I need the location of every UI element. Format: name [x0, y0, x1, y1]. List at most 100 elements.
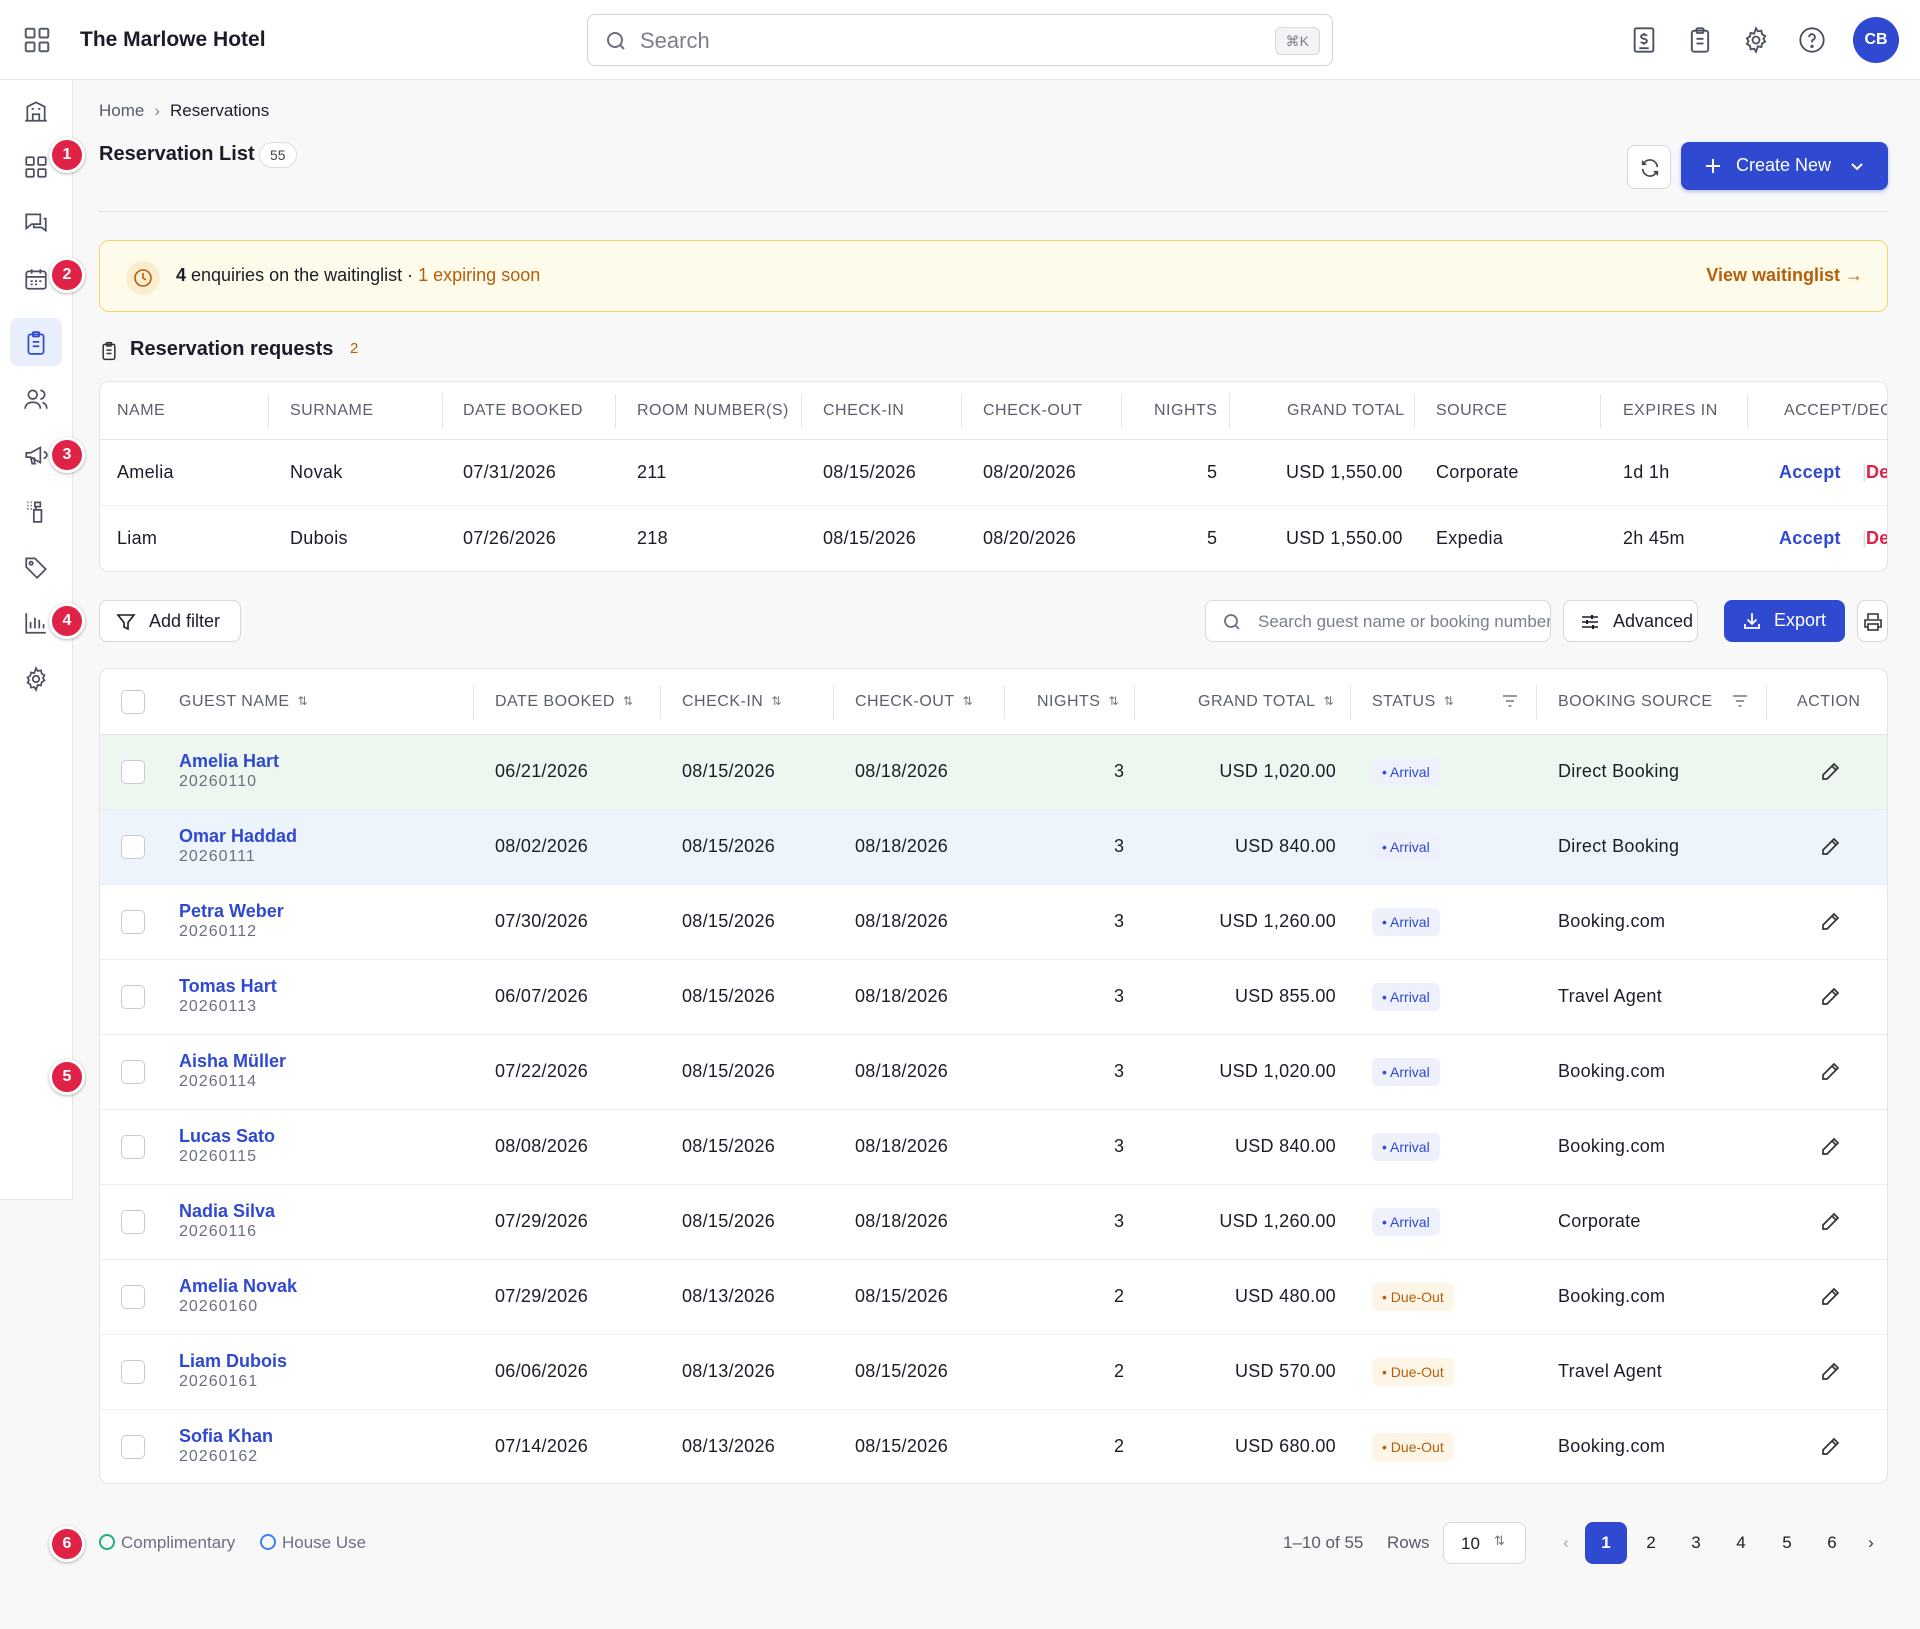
sort-icon[interactable]: ⇅: [1108, 694, 1119, 708]
row-checkbox[interactable]: [121, 835, 145, 859]
sidebar-item-guests[interactable]: [10, 374, 62, 422]
column-header-booking-source[interactable]: BOOKING SOURCE: [1558, 693, 1713, 711]
edit-pencil-icon[interactable]: [1819, 1211, 1841, 1233]
export-button[interactable]: Export: [1724, 600, 1845, 642]
column-header-check-out[interactable]: CHECK-OUT ⇅: [855, 693, 973, 711]
edit-pencil-icon[interactable]: [1819, 836, 1841, 858]
accept-button[interactable]: Accept: [1779, 462, 1841, 483]
global-search-input[interactable]: Search ⌘K: [587, 14, 1333, 66]
edit-pencil-icon[interactable]: [1819, 1136, 1841, 1158]
row-checkbox[interactable]: [121, 1360, 145, 1384]
guest-name-link[interactable]: Amelia Novak: [179, 1276, 297, 1297]
table-row[interactable]: Aisha Müller 20260114 07/22/2026 08/15/2026…: [100, 1035, 1887, 1110]
refresh-button[interactable]: [1627, 145, 1671, 189]
decline-button[interactable]: Decline: [1866, 462, 1887, 483]
sidebar: [0, 80, 73, 1200]
page-button-6[interactable]: 6: [1811, 1522, 1853, 1564]
guest-name-link[interactable]: Petra Weber: [179, 901, 284, 922]
sidebar-item-settings[interactable]: [10, 654, 62, 702]
billing-icon[interactable]: [1630, 26, 1658, 54]
sort-icon[interactable]: ⇅: [1444, 694, 1455, 708]
column-header-grand-total[interactable]: GRAND TOTAL ⇅: [1198, 693, 1334, 711]
page-button-4[interactable]: 4: [1720, 1522, 1762, 1564]
advanced-button[interactable]: Advanced: [1563, 600, 1698, 642]
sidebar-item-reservations[interactable]: [10, 318, 62, 366]
guest-search-input[interactable]: Search guest name or booking number: [1205, 600, 1551, 642]
table-row[interactable]: Petra Weber 20260112 07/30/2026 08/15/2026 0…: [100, 885, 1887, 960]
table-row[interactable]: Liam Dubois 20260161 06/06/2026 08/13/2026 0…: [100, 1335, 1887, 1410]
sort-icon[interactable]: ⇅: [771, 694, 782, 708]
page-button-2[interactable]: 2: [1630, 1522, 1672, 1564]
status-badge: • Due-Out: [1372, 1358, 1454, 1386]
sort-icon[interactable]: ⇅: [298, 694, 309, 708]
edit-pencil-icon[interactable]: [1819, 1361, 1841, 1383]
row-checkbox[interactable]: [121, 910, 145, 934]
print-button[interactable]: [1857, 600, 1888, 642]
table-row[interactable]: Tomas Hart 20260113 06/07/2026 08/15/2026 08…: [100, 960, 1887, 1035]
sidebar-item-property[interactable]: [10, 86, 62, 134]
column-separator: [1134, 685, 1135, 719]
row-checkbox[interactable]: [121, 1060, 145, 1084]
guest-name-link[interactable]: Liam Dubois: [179, 1351, 287, 1372]
breadcrumb-home[interactable]: Home: [99, 101, 144, 120]
sidebar-item-messages[interactable]: [10, 198, 62, 246]
table-row[interactable]: Lucas Sato 20260115 08/08/2026 08/15/2026 08…: [100, 1110, 1887, 1185]
add-filter-button[interactable]: Add filter: [99, 600, 241, 642]
table-row[interactable]: Amelia Novak 20260160 07/29/2026 08/13/2026…: [100, 1260, 1887, 1335]
sort-icon[interactable]: ⇅: [623, 694, 634, 708]
decline-button[interactable]: Decline: [1866, 528, 1887, 549]
app-grid-icon[interactable]: [22, 25, 52, 55]
table-row[interactable]: Amelia Hart 20260110 06/21/2026 08/15/2026 0…: [100, 735, 1887, 810]
column-header-check-in[interactable]: CHECK-IN ⇅: [682, 693, 782, 711]
accept-button[interactable]: Accept: [1779, 528, 1841, 549]
edit-pencil-icon[interactable]: [1819, 761, 1841, 783]
row-checkbox[interactable]: [121, 1435, 145, 1459]
column-header-date-booked[interactable]: DATE BOOKED ⇅: [495, 693, 633, 711]
sort-icon[interactable]: ⇅: [963, 694, 974, 708]
row-checkbox[interactable]: [121, 1285, 145, 1309]
row-checkbox[interactable]: [121, 1210, 145, 1234]
prev-page-button[interactable]: ‹: [1545, 1522, 1587, 1564]
guest-name-link[interactable]: Omar Haddad: [179, 826, 297, 847]
sort-icon[interactable]: ⇅: [1324, 694, 1335, 708]
guest-name-link[interactable]: Aisha Müller: [179, 1051, 286, 1072]
request-check-in: 08/15/2026: [823, 528, 917, 548]
edit-pencil-icon[interactable]: [1819, 986, 1841, 1008]
row-checkbox[interactable]: [121, 1135, 145, 1159]
status-filter-icon[interactable]: [1500, 691, 1520, 711]
page-button-1[interactable]: 1: [1585, 1522, 1627, 1564]
check-out: 08/15/2026: [855, 1436, 949, 1456]
guest-name-link[interactable]: Lucas Sato: [179, 1126, 275, 1147]
page-button-3[interactable]: 3: [1675, 1522, 1717, 1564]
row-checkbox[interactable]: [121, 760, 145, 784]
next-page-button[interactable]: ›: [1850, 1522, 1892, 1564]
edit-pencil-icon[interactable]: [1819, 1286, 1841, 1308]
clipboard-icon[interactable]: [1686, 26, 1714, 54]
edit-pencil-icon[interactable]: [1819, 911, 1841, 933]
column-header-status[interactable]: STATUS ⇅: [1372, 693, 1454, 711]
page-button-5[interactable]: 5: [1766, 1522, 1808, 1564]
settings-gear-icon[interactable]: [1742, 26, 1770, 54]
guest-name-link[interactable]: Nadia Silva: [179, 1201, 275, 1222]
table-row[interactable]: Nadia Silva 20260116 07/29/2026 08/15/2026 0…: [100, 1185, 1887, 1260]
user-avatar[interactable]: CB: [1853, 17, 1899, 63]
select-all-checkbox[interactable]: [121, 690, 145, 714]
create-new-button[interactable]: Create New: [1681, 142, 1888, 190]
edit-pencil-icon[interactable]: [1819, 1436, 1841, 1458]
table-row[interactable]: Omar Haddad 20260111 08/02/2026 08/15/2026 0…: [100, 810, 1887, 885]
view-waitinglist-link[interactable]: View waitinglist →: [1706, 265, 1863, 286]
booking-source-filter-icon[interactable]: [1730, 691, 1750, 711]
table-row[interactable]: Sofia Khan 20260162 07/14/2026 08/13/2026 08…: [100, 1410, 1887, 1483]
sidebar-item-housekeeping[interactable]: [10, 486, 62, 534]
column-header-guest-name[interactable]: GUEST NAME ⇅: [179, 693, 308, 711]
edit-pencil-icon[interactable]: [1819, 1061, 1841, 1083]
column-header-nights[interactable]: NIGHTS ⇅: [1037, 693, 1119, 711]
row-checkbox[interactable]: [121, 985, 145, 1009]
help-icon[interactable]: [1798, 26, 1826, 54]
sidebar-item-rates[interactable]: [10, 542, 62, 590]
guest-name-link[interactable]: Amelia Hart: [179, 751, 279, 772]
booking-number: 20260160: [179, 1298, 259, 1315]
rows-per-page-select[interactable]: 10 ⇅: [1443, 1522, 1526, 1564]
guest-name-link[interactable]: Sofia Khan: [179, 1426, 273, 1447]
guest-name-link[interactable]: Tomas Hart: [179, 976, 277, 997]
